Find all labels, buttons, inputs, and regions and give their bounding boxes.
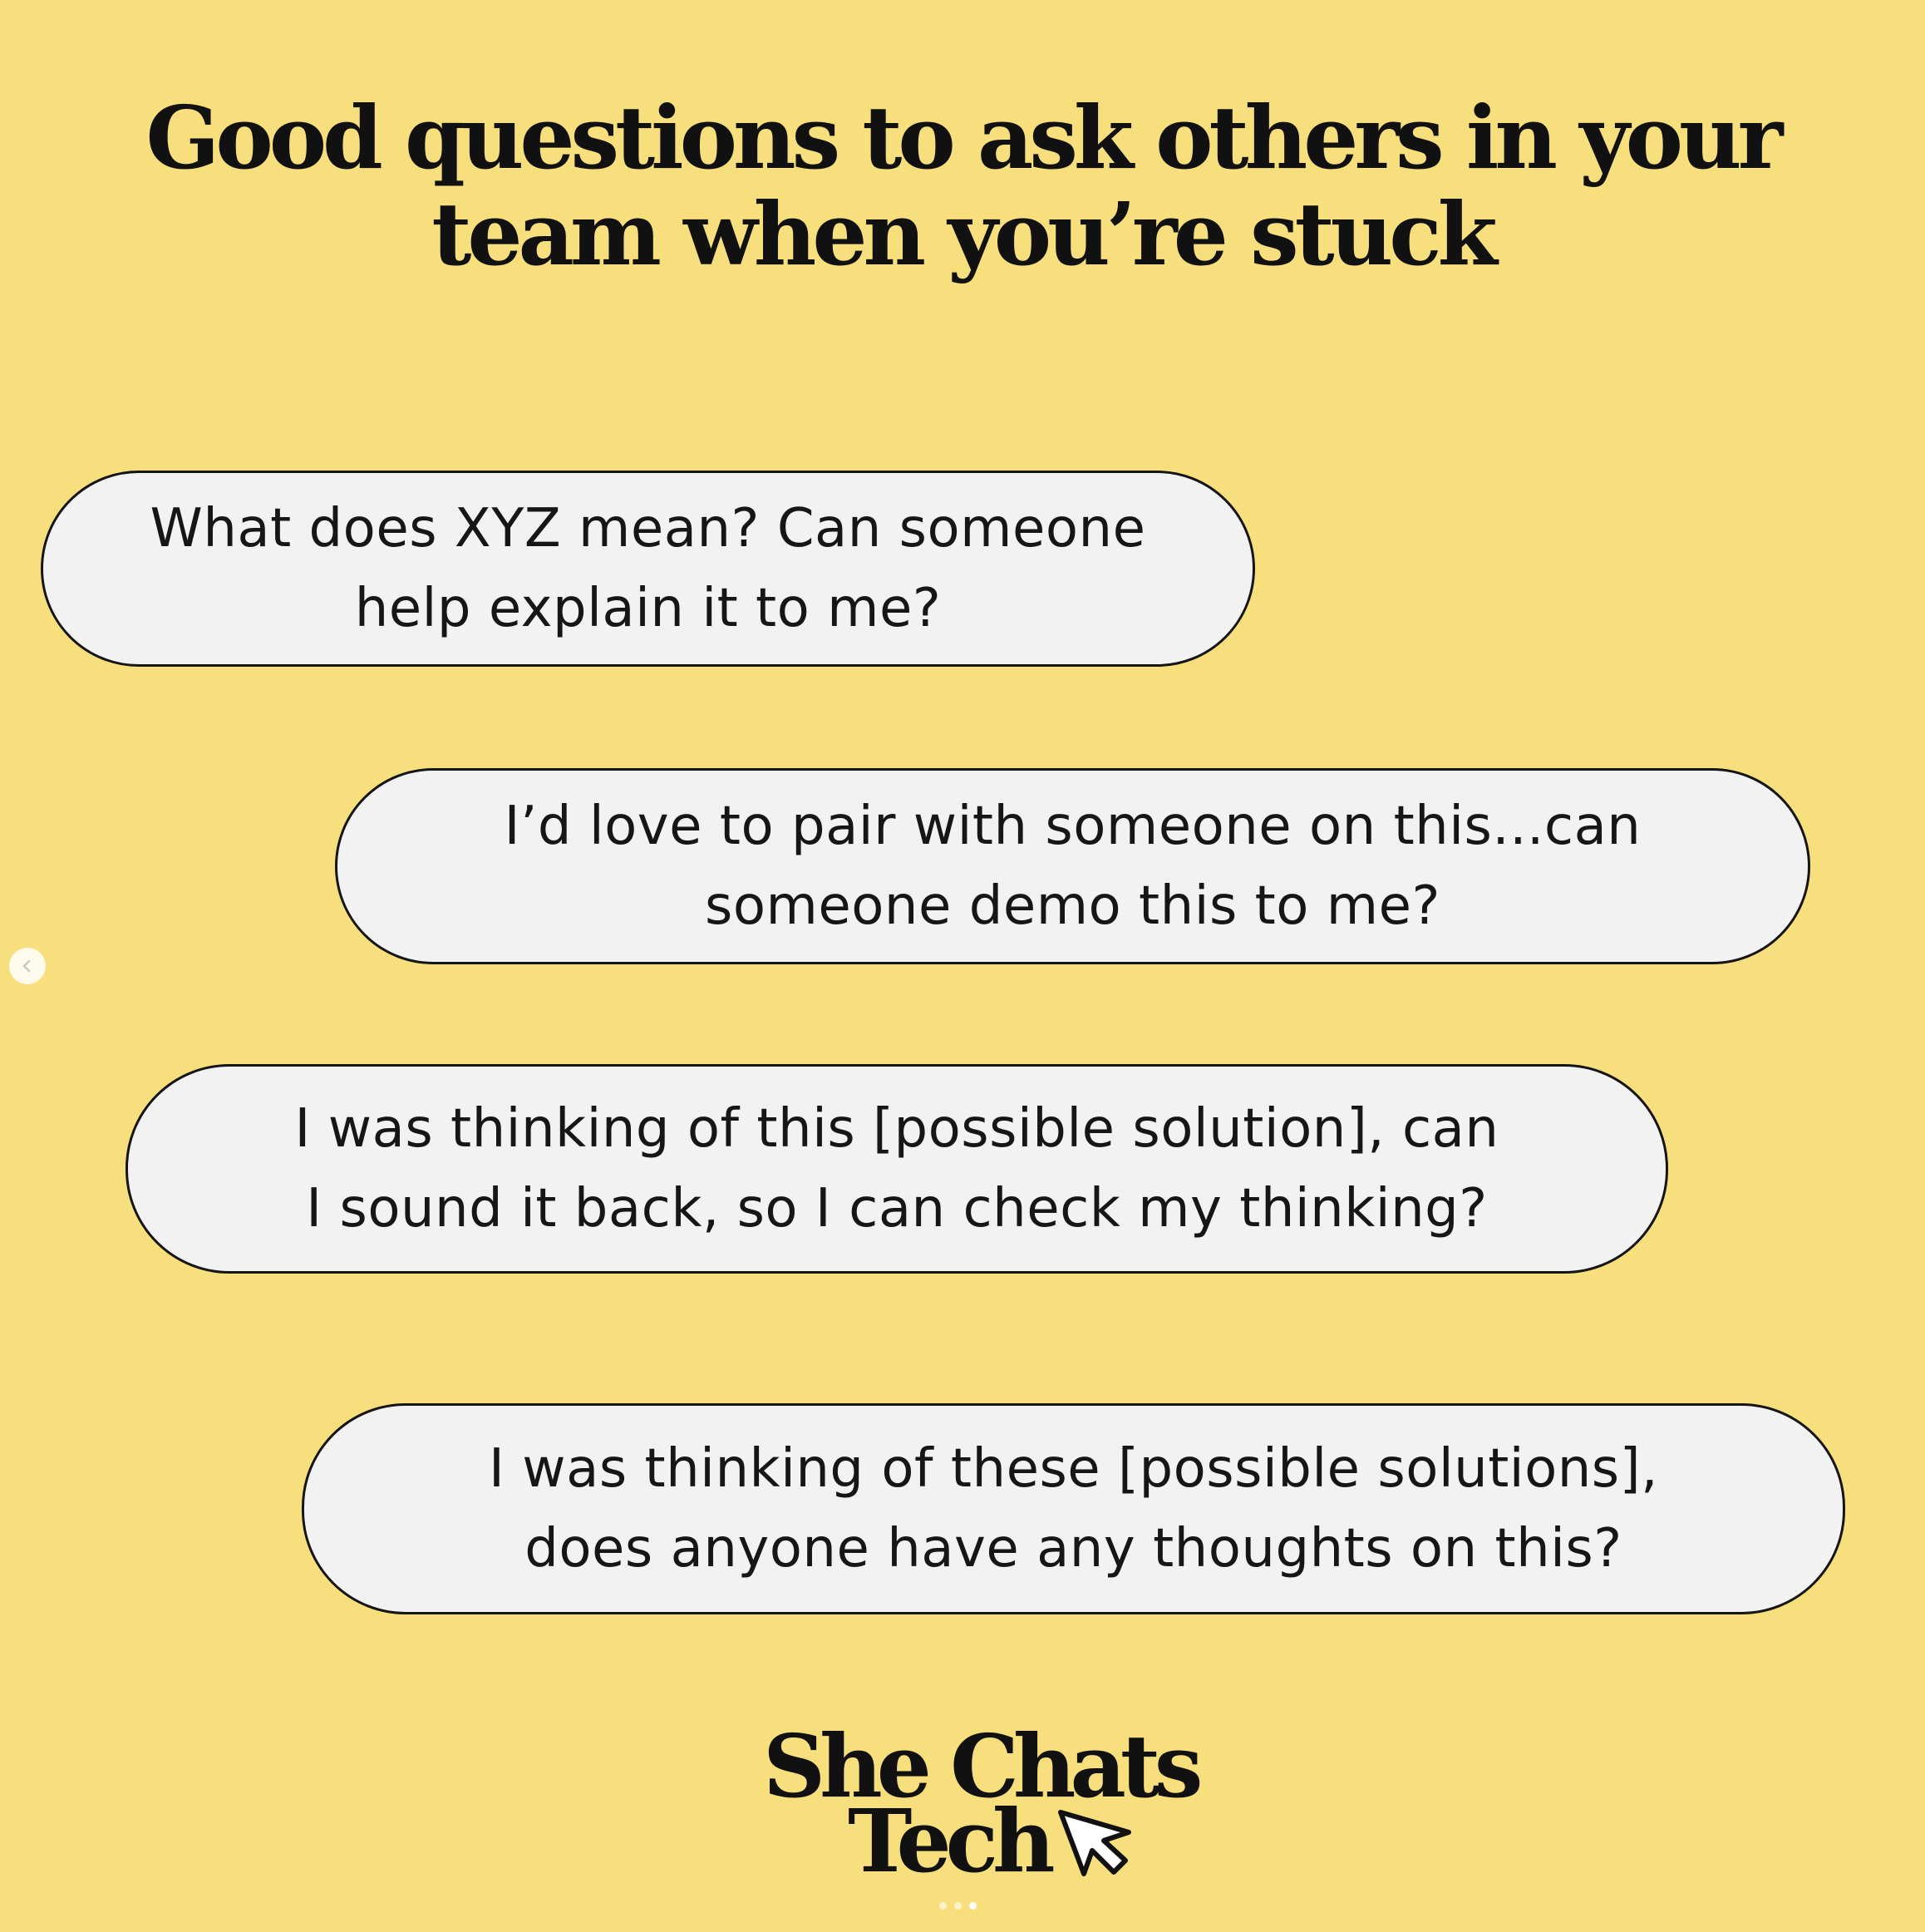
speech-bubble-1: What does XYZ mean? Can someone help exp… bbox=[41, 471, 1255, 667]
carousel-dot-1[interactable] bbox=[939, 1902, 947, 1910]
chevron-left-icon bbox=[22, 959, 31, 973]
brand-logo: She Chats Tech bbox=[731, 1721, 1203, 1892]
page-title-line-2: team when you’re stuck bbox=[431, 183, 1497, 285]
speech-bubble-2-line-2: someone demo this to me? bbox=[705, 875, 1440, 937]
speech-bubble-3-line-2: I sound it back, so I can check my think… bbox=[306, 1178, 1488, 1240]
speech-bubble-1-line-2: help explain it to me? bbox=[354, 578, 942, 639]
brand-logo-line-2: Tech bbox=[848, 1790, 1056, 1892]
carousel-dot-2[interactable] bbox=[954, 1902, 962, 1910]
speech-bubble-4-line-2: does anyone have any thoughts on this? bbox=[524, 1518, 1622, 1580]
speech-bubble-3: I was thinking of this [possible solutio… bbox=[126, 1064, 1668, 1274]
carousel-indicator bbox=[939, 1902, 977, 1910]
speech-bubble-2-line-1: I’d love to pair with someone on this...… bbox=[504, 796, 1642, 857]
speech-bubble-1-line-1: What does XYZ mean? Can someone bbox=[150, 498, 1146, 559]
speech-bubble-3-line-1: I was thinking of this [possible solutio… bbox=[294, 1098, 1499, 1160]
carousel-prev-button[interactable] bbox=[9, 948, 46, 984]
page-title-line-1: Good questions to ask others in your bbox=[145, 86, 1784, 189]
cursor-arrow-icon bbox=[1058, 1810, 1131, 1876]
page-title: Good questions to ask others in your tea… bbox=[0, 90, 1925, 283]
carousel-dot-3[interactable] bbox=[969, 1902, 977, 1910]
speech-bubble-4: I was thinking of these [possible soluti… bbox=[302, 1403, 1845, 1614]
speech-bubble-4-line-1: I was thinking of these [possible soluti… bbox=[489, 1438, 1658, 1500]
speech-bubble-2: I’d love to pair with someone on this...… bbox=[335, 768, 1810, 964]
